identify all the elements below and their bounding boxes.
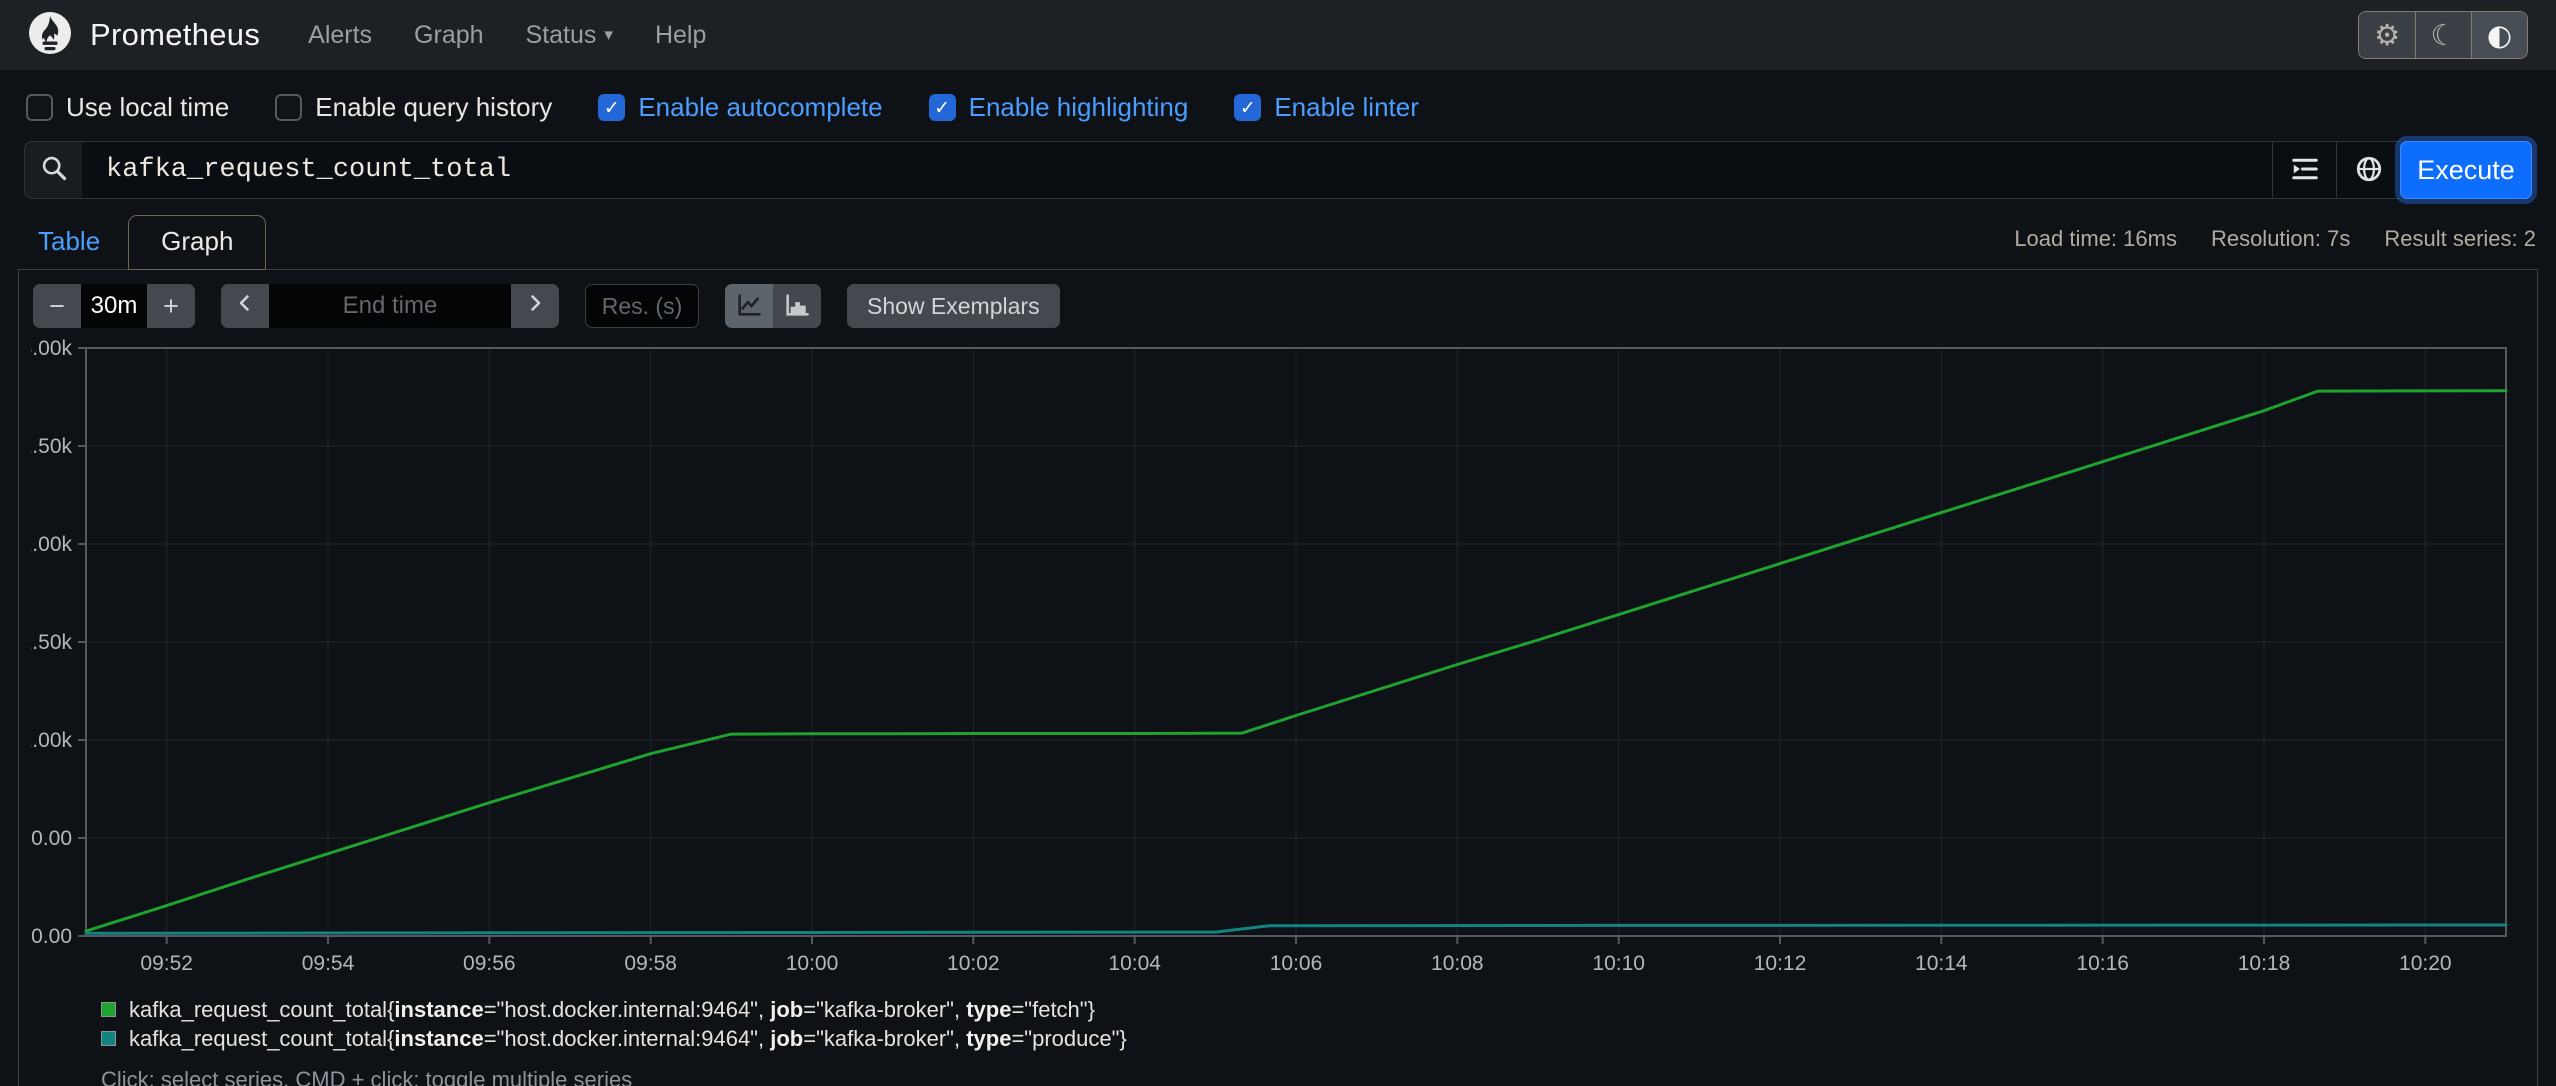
svg-text:09:54: 09:54 bbox=[302, 952, 355, 975]
checkbox-box bbox=[26, 94, 53, 121]
execute-button[interactable]: Execute bbox=[2400, 141, 2532, 199]
svg-text:1.50k: 1.50k bbox=[31, 631, 72, 654]
svg-text:09:52: 09:52 bbox=[140, 952, 193, 975]
svg-text:10:18: 10:18 bbox=[2238, 952, 2291, 975]
navbar: Prometheus Alerts Graph Status ▾ Help ⚙ ☾… bbox=[0, 0, 2556, 70]
series-swatch bbox=[101, 1031, 116, 1046]
chart-area: 09:52 09:54 09:56 09:58 10:00 10:02 10:04 10:06… bbox=[31, 338, 2525, 983]
svg-text:0.00: 0.00 bbox=[31, 925, 72, 948]
checkbox-autocomplete[interactable]: ✓ Enable autocomplete bbox=[598, 92, 883, 123]
svg-text:10:12: 10:12 bbox=[1754, 952, 1807, 975]
show-exemplars-button[interactable]: Show Exemplars bbox=[847, 284, 1060, 328]
checkbox-highlighting[interactable]: ✓ Enable highlighting bbox=[928, 92, 1188, 123]
prometheus-app: Prometheus Alerts Graph Status ▾ Help ⚙ ☾… bbox=[0, 0, 2556, 1086]
theme-settings-button[interactable]: ⚙ bbox=[2359, 12, 2415, 58]
line-chart-toggle-button[interactable] bbox=[725, 284, 773, 328]
svg-text:09:58: 09:58 bbox=[624, 952, 677, 975]
svg-text:500.00: 500.00 bbox=[31, 827, 72, 850]
check-icon: ✓ bbox=[1239, 96, 1256, 119]
resolution-stat: Resolution: 7s bbox=[2210, 226, 2351, 251]
tab-graph[interactable]: Graph bbox=[128, 215, 267, 270]
check-icon: ✓ bbox=[934, 96, 951, 119]
brand[interactable]: Prometheus bbox=[28, 11, 260, 60]
chart-type-toggle bbox=[725, 284, 821, 328]
query-input[interactable] bbox=[82, 141, 2272, 199]
series-label: kafka_request_count_total{instance="host… bbox=[129, 996, 1095, 1022]
contrast-icon: ◐ bbox=[2486, 17, 2513, 52]
end-time-input[interactable] bbox=[269, 284, 511, 328]
main-nav: Alerts Graph Status ▾ Help bbox=[308, 21, 706, 50]
range-input[interactable] bbox=[81, 284, 147, 328]
svg-text:3.00k: 3.00k bbox=[31, 338, 72, 360]
series-swatch bbox=[101, 1002, 116, 1017]
chevron-left-icon bbox=[233, 291, 257, 322]
checkbox-linter[interactable]: ✓ Enable linter bbox=[1234, 92, 1419, 123]
checkbox-box: ✓ bbox=[928, 94, 956, 121]
checkbox-query-history[interactable]: Enable query history bbox=[275, 92, 552, 123]
stacked-chart-toggle-button[interactable] bbox=[773, 284, 821, 328]
svg-text:1.00k: 1.00k bbox=[31, 729, 72, 752]
caret-down-icon: ▾ bbox=[604, 25, 613, 44]
search-icon bbox=[40, 154, 68, 187]
checkbox-box: ✓ bbox=[1234, 94, 1262, 121]
nav-graph[interactable]: Graph bbox=[414, 21, 483, 50]
svg-text:10:04: 10:04 bbox=[1108, 952, 1161, 975]
result-tabs: Table Graph Load time: 16ms Resolution: … bbox=[24, 215, 2536, 270]
svg-text:10:08: 10:08 bbox=[1431, 952, 1484, 975]
chevron-right-icon bbox=[523, 291, 547, 322]
svg-text:2.50k: 2.50k bbox=[31, 435, 72, 458]
svg-text:10:06: 10:06 bbox=[1270, 952, 1323, 975]
graph-canvas[interactable]: 09:52 09:54 09:56 09:58 10:00 10:02 10:04 10:06… bbox=[31, 338, 2523, 983]
svg-text:10:02: 10:02 bbox=[947, 952, 1000, 975]
options-bar: Use local time Enable query history ✓ En… bbox=[0, 70, 2556, 139]
range-increase-button[interactable]: + bbox=[147, 284, 195, 328]
series-label: kafka_request_count_total{instance="host… bbox=[129, 1025, 1127, 1051]
explain-query-button[interactable] bbox=[2336, 141, 2400, 199]
svg-text:10:14: 10:14 bbox=[1915, 952, 1968, 975]
time-forward-button[interactable] bbox=[511, 284, 559, 328]
nav-status-dropdown[interactable]: Status ▾ bbox=[526, 21, 613, 50]
query-bar: Execute bbox=[24, 141, 2532, 199]
svg-text:09:56: 09:56 bbox=[463, 952, 516, 975]
legend-item-produce[interactable]: kafka_request_count_total{instance="host… bbox=[101, 1024, 2525, 1053]
stacked-chart-icon bbox=[783, 291, 811, 322]
metrics-explorer-button[interactable] bbox=[2272, 141, 2336, 199]
query-stats: Load time: 16ms Resolution: 7s Result se… bbox=[2014, 226, 2536, 258]
nav-alerts[interactable]: Alerts bbox=[308, 21, 372, 50]
checkbox-box: ✓ bbox=[598, 94, 626, 121]
resolution-input[interactable] bbox=[585, 284, 699, 328]
gear-icon: ⚙ bbox=[2374, 17, 2400, 52]
prometheus-logo-icon bbox=[28, 11, 72, 60]
legend-hint: Click: select series, CMD + click: toggl… bbox=[101, 1067, 633, 1086]
check-icon: ✓ bbox=[603, 96, 620, 119]
svg-text:10:00: 10:00 bbox=[786, 952, 839, 975]
globe-icon bbox=[2354, 154, 2384, 187]
legend-item-fetch[interactable]: kafka_request_count_total{instance="host… bbox=[101, 995, 2525, 1024]
load-time-stat: Load time: 16ms bbox=[2014, 226, 2177, 251]
time-back-button[interactable] bbox=[221, 284, 269, 328]
svg-text:10:20: 10:20 bbox=[2399, 952, 2452, 975]
moon-icon: ☾ bbox=[2430, 17, 2457, 52]
checkbox-box bbox=[275, 94, 303, 121]
range-control: − + bbox=[33, 284, 195, 328]
app-title: Prometheus bbox=[90, 17, 261, 52]
theme-toggle-group: ⚙ ☾ ◐ bbox=[2358, 11, 2528, 59]
result-series-stat: Result series: 2 bbox=[2384, 226, 2536, 251]
list-arrow-icon bbox=[2290, 154, 2320, 187]
svg-text:10:16: 10:16 bbox=[2076, 952, 2129, 975]
nav-help[interactable]: Help bbox=[655, 21, 706, 50]
end-time-control bbox=[221, 284, 559, 328]
graph-controls: − + Show Exemplars bbox=[33, 284, 2525, 328]
range-decrease-button[interactable]: − bbox=[33, 284, 81, 328]
graph-panel: − + Show Exemplars bbox=[18, 269, 2538, 1086]
svg-text:2.00k: 2.00k bbox=[31, 533, 72, 556]
line-chart-icon bbox=[735, 291, 763, 322]
search-addon bbox=[24, 141, 82, 199]
legend: kafka_request_count_total{instance="host… bbox=[101, 995, 2525, 1086]
tab-table[interactable]: Table bbox=[24, 216, 128, 269]
checkbox-use-local-time[interactable]: Use local time bbox=[26, 92, 229, 123]
svg-text:10:10: 10:10 bbox=[1592, 952, 1645, 975]
theme-dark-button[interactable]: ☾ bbox=[2415, 12, 2471, 58]
theme-auto-button[interactable]: ◐ bbox=[2471, 12, 2527, 58]
